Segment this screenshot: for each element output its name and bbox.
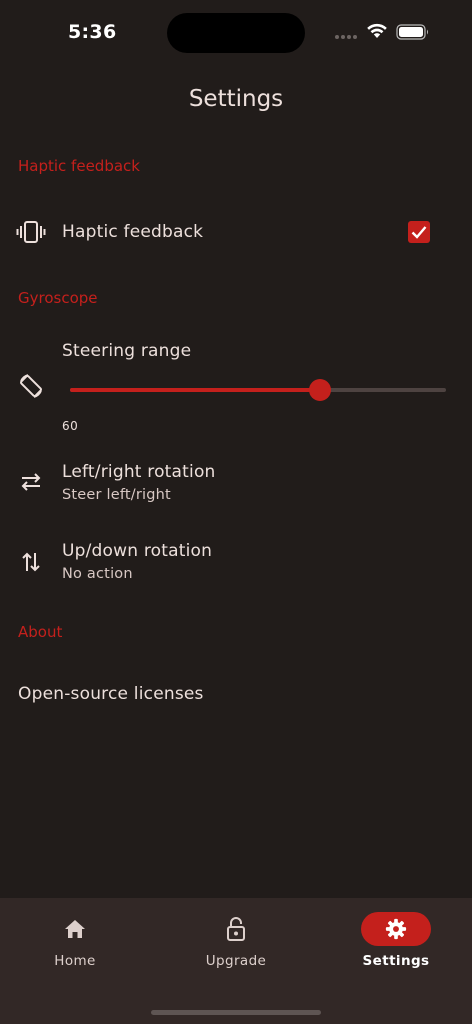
nav-label-upgrade: Upgrade: [205, 953, 267, 969]
swap-vertical-icon: [16, 547, 46, 577]
gear-icon: [361, 912, 431, 946]
bottom-navigation: Home Upgrade Settings: [0, 898, 472, 1024]
settings-screen: 5:36 Settings Haptic feedback Haptic fee…: [0, 0, 472, 1024]
steering-range-value: 60: [62, 419, 79, 433]
home-indicator: [151, 1010, 321, 1015]
home-icon: [40, 912, 110, 946]
slider-thumb[interactable]: [309, 379, 331, 401]
open-source-licenses-link[interactable]: Open-source licenses: [18, 684, 204, 704]
up-down-rotation-subtitle: No action: [62, 566, 133, 582]
haptic-feedback-checkbox[interactable]: [408, 221, 430, 243]
section-header-gyroscope: Gyroscope: [18, 289, 98, 307]
nav-item-home[interactable]: Home: [0, 912, 150, 972]
status-time: 5:36: [68, 21, 117, 43]
left-right-rotation-subtitle: Steer left/right: [62, 487, 171, 503]
haptic-feedback-label: Haptic feedback: [62, 222, 204, 242]
nav-item-upgrade[interactable]: Upgrade: [161, 912, 311, 972]
up-down-rotation-title: Up/down rotation: [62, 541, 213, 561]
left-right-rotation-title: Left/right rotation: [62, 462, 216, 482]
slider-fill: [70, 388, 320, 392]
cellular-signal-icon: [335, 35, 357, 39]
dynamic-island: [167, 13, 305, 53]
nav-label-settings: Settings: [362, 953, 430, 969]
wifi-icon: [367, 23, 387, 38]
battery-icon: [396, 24, 428, 40]
section-header-haptic: Haptic feedback: [18, 157, 140, 175]
screen-rotation-icon: [16, 371, 46, 401]
section-header-about: About: [18, 623, 63, 641]
nav-label-home: Home: [54, 953, 96, 969]
steering-range-label: Steering range: [62, 341, 192, 361]
checkmark-icon: [411, 226, 427, 239]
steering-range-slider[interactable]: [70, 378, 446, 402]
swap-horizontal-icon: [16, 467, 46, 497]
nav-item-settings[interactable]: Settings: [321, 912, 471, 972]
vibration-icon: [16, 217, 46, 247]
page-title: Settings: [188, 86, 284, 112]
lock-open-icon: [201, 912, 271, 946]
